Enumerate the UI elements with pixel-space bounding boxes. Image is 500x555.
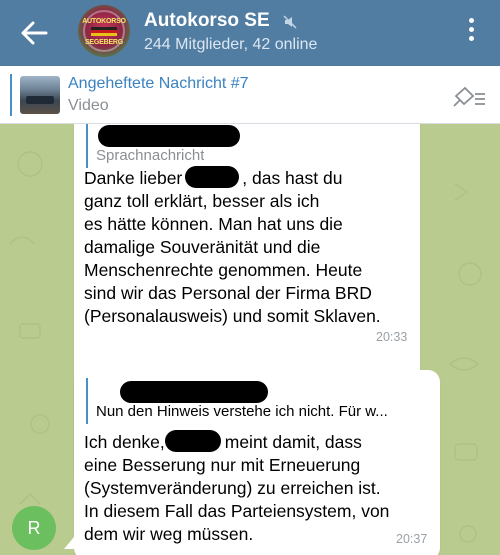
message-time: 20:37 [396, 532, 428, 546]
message-line: es hätte können. Man hat uns die [84, 214, 343, 234]
reply-text: Sprachnachricht [96, 147, 205, 164]
mute-icon [283, 15, 297, 29]
message-bubble[interactable]: Nun den Hinweis verstehe ich nicht. Für … [74, 370, 440, 555]
message-line: (Systemveränderung) zu erreichen ist. [84, 478, 381, 498]
message-line: Menschenrechte genommen. Heute [84, 260, 363, 280]
chat-area: Sprachnachricht Danke lieber , das hast d… [0, 124, 500, 555]
user-avatar[interactable]: R [12, 506, 56, 550]
unpin-icon[interactable] [451, 84, 487, 108]
message-line: , das hast du [242, 168, 343, 188]
message-line: (Personalausweis) und somit Sklaven. [84, 306, 381, 326]
redacted-name [164, 430, 221, 452]
redacted-name [185, 166, 240, 188]
pinned-title: Angeheftete Nachricht #7 [68, 75, 249, 92]
message-text: Danke lieber , das hast du ganz toll erkl… [84, 166, 381, 328]
message-line: dem wir weg müssen. [84, 524, 254, 544]
flag-icon [91, 27, 117, 36]
redacted-name [98, 125, 240, 147]
message-line: In diesem Fall das Parteiensystem, von [84, 501, 390, 521]
message-time: 20:33 [376, 330, 408, 344]
avatar-logo-top: AUTOKORSO [82, 18, 126, 25]
message-text: Ich denke, meint damit, dass eine Besseru… [84, 430, 389, 546]
chat-header: AUTOKORSO SEGEBERG Autokorso SE 244 Mitg… [0, 0, 500, 66]
reply-accent-bar [86, 124, 88, 168]
reply-accent-bar [86, 378, 88, 424]
more-vert-icon[interactable] [464, 18, 478, 48]
pinned-message-bar[interactable]: Angeheftete Nachricht #7 Video [0, 66, 500, 124]
message-line: eine Besserung nur mit Erneuerung [84, 455, 361, 475]
message-line: damalige Souveränität und die [84, 237, 321, 257]
avatar-logo-bottom: SEGEBERG [84, 39, 124, 46]
group-avatar[interactable]: AUTOKORSO SEGEBERG [78, 5, 130, 57]
pinned-accent-bar [10, 74, 12, 116]
message-line: sind wir das Personal der Firma BRD [84, 283, 372, 303]
pinned-video-thumbnail [20, 76, 60, 114]
chat-title[interactable]: Autokorso SE [144, 10, 270, 32]
reply-text: Nun den Hinweis verstehe ich nicht. Für … [96, 403, 388, 420]
message-line: meint damit, dass [224, 432, 362, 452]
redacted-name [120, 381, 268, 403]
chat-subtitle: 244 Mitglieder, 42 online [144, 36, 318, 53]
reply-preview[interactable]: Sprachnachricht [86, 124, 420, 170]
message-line: Danke lieber [84, 168, 183, 188]
back-arrow-icon[interactable] [18, 18, 50, 48]
message-line: Ich denke, [84, 432, 165, 452]
reply-preview[interactable]: Nun den Hinweis verstehe ich nicht. Für … [86, 378, 420, 426]
pinned-type: Video [68, 97, 109, 114]
message-line: ganz toll erklärt, besser als ich [84, 191, 320, 211]
